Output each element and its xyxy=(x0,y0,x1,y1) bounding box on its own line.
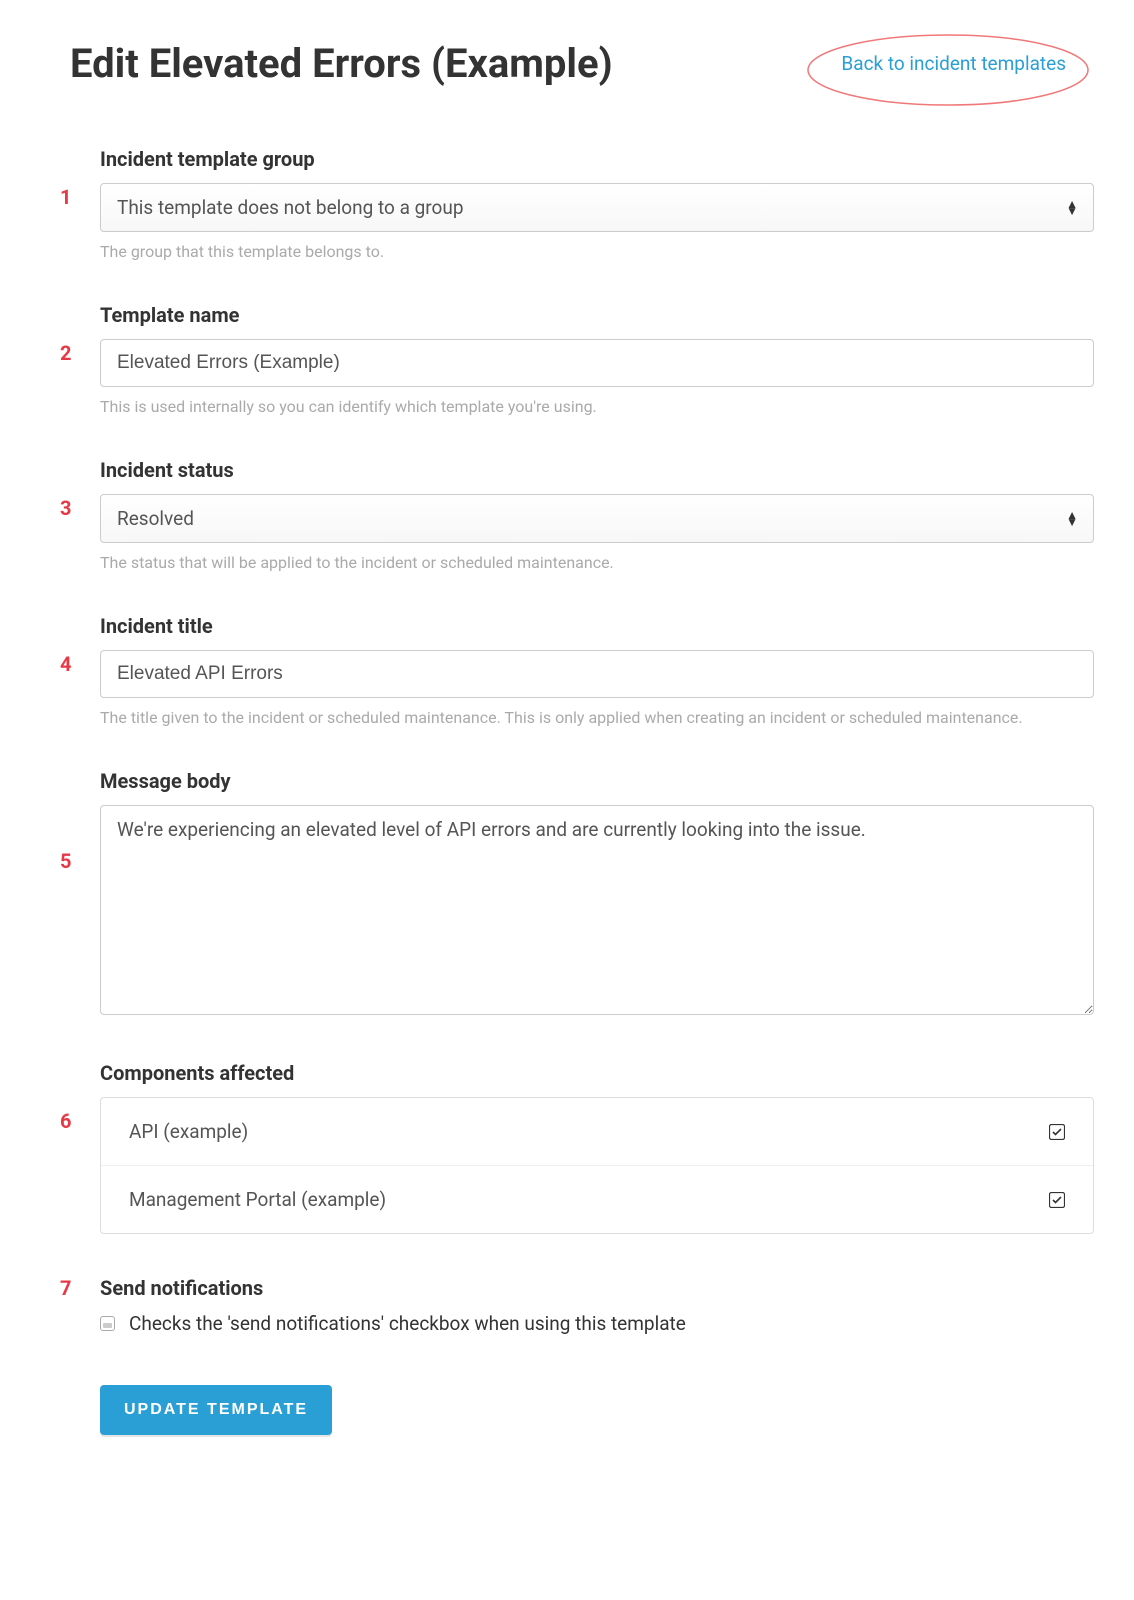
annotation-marker-4: 4 xyxy=(60,614,100,676)
annotation-marker-2: 2 xyxy=(60,303,100,365)
incident-status-value: Resolved xyxy=(101,495,1093,542)
template-group-label: Incident template group xyxy=(100,147,1094,171)
incident-title-label: Incident title xyxy=(100,614,1094,638)
component-name: Management Portal (example) xyxy=(129,1188,386,1211)
select-arrows-icon: ▲▼ xyxy=(1066,201,1078,215)
template-group-value: This template does not belong to a group xyxy=(101,184,1093,231)
components-label: Components affected xyxy=(100,1061,1094,1085)
template-name-label: Template name xyxy=(100,303,1094,327)
template-group-help: The group that this template belongs to. xyxy=(100,242,1094,261)
component-row[interactable]: API (example) xyxy=(101,1098,1093,1166)
select-arrows-icon: ▲▼ xyxy=(1066,512,1078,526)
component-row[interactable]: Management Portal (example) xyxy=(101,1166,1093,1233)
send-notifications-text: Checks the 'send notifications' checkbox… xyxy=(129,1312,686,1335)
annotation-marker-5: 5 xyxy=(60,769,100,873)
incident-title-help: The title given to the incident or sched… xyxy=(100,708,1094,727)
checkbox-checked-icon[interactable] xyxy=(1049,1192,1065,1208)
template-name-input[interactable] xyxy=(100,339,1094,387)
component-name: API (example) xyxy=(129,1120,248,1143)
incident-title-input[interactable] xyxy=(100,650,1094,698)
notifications-label: Send notifications xyxy=(100,1276,1094,1300)
incident-status-help: The status that will be applied to the i… xyxy=(100,553,1094,572)
incident-status-label: Incident status xyxy=(100,458,1094,482)
incident-status-select[interactable]: Resolved ▲▼ xyxy=(100,494,1094,543)
components-list: API (example) Management Portal (example… xyxy=(100,1097,1094,1234)
template-name-help: This is used internally so you can ident… xyxy=(100,397,1094,416)
message-body-label: Message body xyxy=(100,769,1094,793)
page-title: Edit Elevated Errors (Example) xyxy=(70,40,613,87)
checkbox-checked-icon[interactable] xyxy=(1049,1124,1065,1140)
annotation-marker-6: 6 xyxy=(60,1061,100,1133)
annotation-marker-7: 7 xyxy=(60,1276,100,1300)
back-link-highlight: Back to incident templates xyxy=(813,40,1094,87)
message-body-textarea[interactable] xyxy=(100,805,1094,1015)
send-notifications-checkbox[interactable] xyxy=(100,1316,115,1331)
annotation-marker-1: 1 xyxy=(60,147,100,209)
annotation-marker-3: 3 xyxy=(60,458,100,520)
back-to-templates-link[interactable]: Back to incident templates xyxy=(841,52,1066,75)
update-template-button[interactable]: UPDATE TEMPLATE xyxy=(100,1385,332,1435)
template-group-select[interactable]: This template does not belong to a group… xyxy=(100,183,1094,232)
